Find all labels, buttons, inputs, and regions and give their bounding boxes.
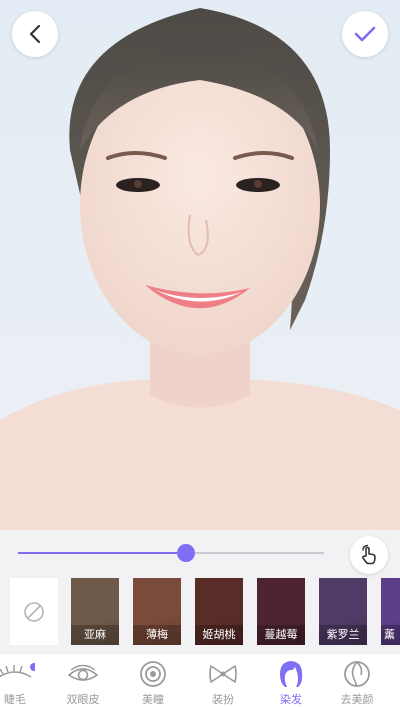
portrait-image bbox=[0, 8, 400, 530]
hair-color-swatch[interactable]: 亚麻 bbox=[71, 578, 119, 645]
hand-touch-icon bbox=[362, 544, 376, 565]
hair-color-list: 亚麻 薄梅 姬胡桃 蔓越莓 紫罗兰 薰 bbox=[0, 575, 400, 645]
confirm-button[interactable] bbox=[342, 11, 388, 57]
nav-item-contact-lens[interactable]: 美瞳 bbox=[122, 654, 184, 707]
hair-color-swatch[interactable]: 紫罗兰 bbox=[319, 578, 367, 645]
hair-color-swatch[interactable]: 蔓越莓 bbox=[257, 578, 305, 645]
hair-color-label: 亚麻 bbox=[71, 625, 119, 645]
nav-label: 染发 bbox=[280, 693, 302, 706]
eye-icon bbox=[67, 664, 99, 681]
nav-label: 装扮 bbox=[212, 693, 234, 706]
nav-item-dress-up[interactable]: 装扮 bbox=[192, 654, 254, 707]
bow-icon bbox=[209, 665, 237, 683]
contact-lens-icon bbox=[140, 661, 166, 687]
hair-color-label: 蔓越莓 bbox=[257, 625, 305, 645]
nav-item-double-eyelid[interactable]: 双眼皮 bbox=[52, 654, 114, 707]
compare-button[interactable] bbox=[350, 536, 388, 574]
photo-preview bbox=[0, 0, 400, 530]
edit-controls: 亚麻 薄梅 姬胡桃 蔓越莓 紫罗兰 薰 bbox=[0, 530, 400, 653]
none-icon bbox=[24, 601, 44, 622]
back-button[interactable] bbox=[12, 11, 58, 57]
nav-item-eyelash[interactable]: 睫毛 bbox=[0, 654, 46, 707]
no-color-option[interactable] bbox=[10, 578, 58, 645]
nav-label: 去美颜 bbox=[340, 693, 374, 706]
hair-color-label: 薰 bbox=[381, 625, 400, 645]
remove-makeup-icon bbox=[344, 661, 370, 687]
bottom-toolbar: 睫毛 双眼皮 美瞳 装扮 染发 去美颜 bbox=[0, 653, 400, 707]
hair-color-swatch[interactable]: 薰 bbox=[381, 578, 400, 645]
chevron-left-icon bbox=[29, 24, 41, 44]
hair-color-label: 薄梅 bbox=[133, 625, 181, 645]
hair-color-label: 姬胡桃 bbox=[195, 625, 243, 645]
intensity-slider[interactable] bbox=[18, 543, 324, 563]
nav-label: 美瞳 bbox=[142, 693, 164, 706]
nav-item-hair-dye[interactable]: 染发 bbox=[260, 654, 322, 707]
hair-color-swatch[interactable]: 薄梅 bbox=[133, 578, 181, 645]
nav-label: 双眼皮 bbox=[66, 693, 100, 706]
slider-fill bbox=[18, 552, 187, 554]
eyelash-icon bbox=[0, 663, 35, 678]
hair-color-swatch[interactable]: 姬胡桃 bbox=[195, 578, 243, 645]
checkmark-icon bbox=[354, 26, 376, 42]
hair-color-label: 紫罗兰 bbox=[319, 625, 367, 645]
nav-label: 睫毛 bbox=[4, 693, 26, 706]
slider-thumb[interactable] bbox=[177, 544, 196, 562]
hair-dye-icon bbox=[280, 661, 303, 687]
nav-item-remove-makeup[interactable]: 去美颜 bbox=[326, 654, 388, 707]
